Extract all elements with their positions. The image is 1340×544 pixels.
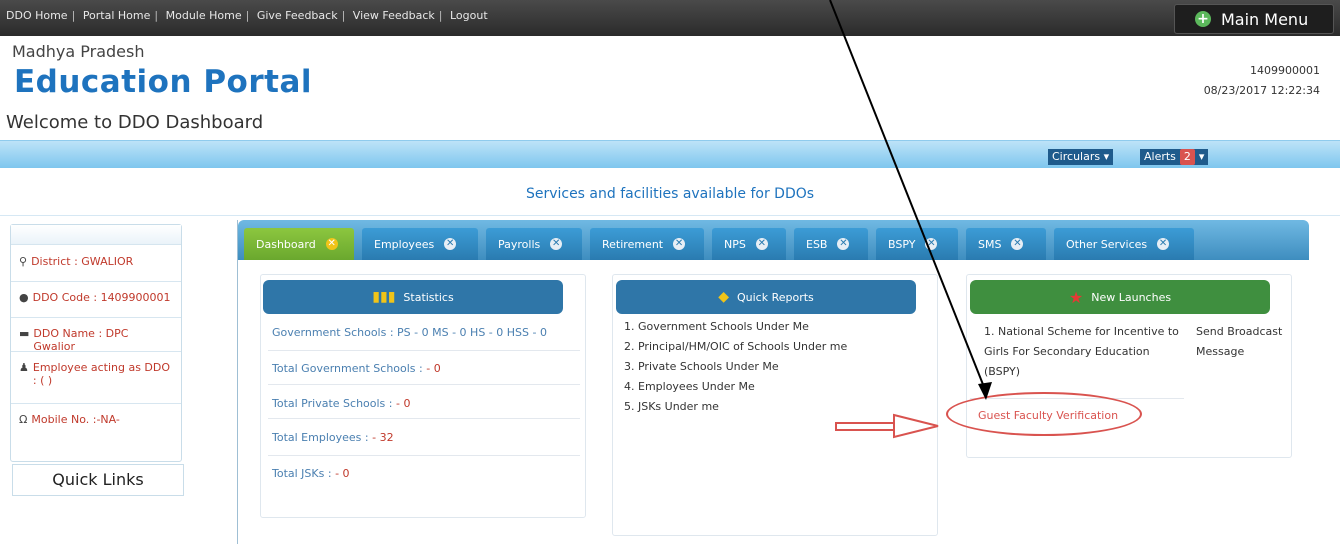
star-icon: ★: [1068, 287, 1084, 307]
header: Madhya Pradesh Education Portal Welcome …: [0, 36, 1340, 140]
map-marker-icon: ⚲: [19, 255, 28, 268]
highlight-oval: [946, 392, 1142, 436]
report-link-5[interactable]: 5. JSKs Under me: [624, 400, 719, 413]
profile-panel: ⚲ District : GWALIOR ● DDO Code : 14099000…: [10, 224, 182, 462]
link-portal-home[interactable]: Portal Home: [83, 9, 151, 22]
close-icon[interactable]: ✕: [1011, 238, 1024, 250]
tag-icon: ◆: [718, 289, 729, 305]
report-link-1[interactable]: 1. Government Schools Under Me: [624, 320, 809, 333]
ddo-name-info: ▬ DDO Name : DPC Gwalior: [19, 327, 129, 353]
close-icon[interactable]: ✕: [755, 238, 768, 250]
chevron-down-icon: ▾: [1198, 150, 1205, 163]
close-icon[interactable]: ✕: [673, 238, 686, 250]
user-icon: ♟: [19, 361, 29, 374]
close-icon[interactable]: ✕: [925, 238, 938, 250]
close-icon[interactable]: ✕: [550, 238, 563, 250]
toolbar-strip: Circulars ▾ Alerts 2 ▾: [0, 140, 1340, 168]
alerts-count-badge: 2: [1179, 149, 1195, 165]
alerts-label: Alerts: [1144, 150, 1176, 163]
tab-bar: Dashboard ✕ Employees ✕ Payrolls ✕ Retireme…: [238, 220, 1309, 260]
tab-employees[interactable]: Employees ✕: [362, 228, 478, 260]
link-ddo-home[interactable]: DDO Home: [6, 9, 68, 22]
top-nav-bar: DDO Home | Portal Home | Module Home | Give…: [0, 0, 1340, 36]
district-info: ⚲ District : GWALIOR: [19, 255, 134, 268]
alerts-button[interactable]: Alerts 2 ▾: [1140, 149, 1209, 165]
ddo-code-info: ● DDO Code : 1409900001: [19, 291, 171, 304]
close-icon[interactable]: ✕: [444, 238, 457, 250]
statistics-header: ▮▮▮ Statistics: [263, 280, 563, 314]
services-title: Services and facilities available for DD…: [0, 168, 1340, 216]
date-time: 08/23/2017 12:22:34: [1203, 84, 1320, 97]
tab-payrolls[interactable]: Payrolls ✕: [486, 228, 582, 260]
send-broadcast-link[interactable]: Send Broadcast Message: [1196, 322, 1286, 362]
total-govt-schools-row[interactable]: Total Government Schools : - 0: [272, 362, 580, 375]
total-private-schools-row[interactable]: Total Private Schools : - 0: [272, 397, 580, 410]
headphones-icon: Ω: [19, 413, 28, 426]
portal-title: Education Portal: [14, 64, 313, 100]
report-link-3[interactable]: 3. Private Schools Under Me: [624, 360, 779, 373]
tab-nps[interactable]: NPS ✕: [712, 228, 786, 260]
tab-other-services[interactable]: Other Services ✕: [1054, 228, 1194, 260]
mobile-info: Ω Mobile No. :-NA-: [19, 413, 120, 426]
link-logout[interactable]: Logout: [450, 9, 488, 22]
govt-schools-row[interactable]: Government Schools : PS - 0 MS - 0 HS - …: [272, 326, 580, 339]
tab-sms[interactable]: SMS ✕: [966, 228, 1046, 260]
quick-reports-header: ◆ Quick Reports: [616, 280, 916, 314]
tab-bspy[interactable]: BSPY ✕: [876, 228, 958, 260]
main-menu-label: Main Menu: [1221, 9, 1309, 29]
tab-retirement[interactable]: Retirement ✕: [590, 228, 704, 260]
report-link-2[interactable]: 2. Principal/HM/OIC of Schools Under me: [624, 340, 847, 353]
tab-dashboard[interactable]: Dashboard ✕: [244, 228, 354, 260]
bspy-scheme-link[interactable]: 1. National Scheme for Incentive to Girl…: [984, 322, 1180, 382]
total-employees-row[interactable]: Total Employees : - 32: [272, 431, 580, 444]
top-links: DDO Home | Portal Home | Module Home | Give…: [6, 9, 488, 22]
acting-ddo-info: ♟ Employee acting as DDO : ( ): [19, 361, 171, 387]
tab-esb[interactable]: ESB ✕: [794, 228, 868, 260]
close-icon[interactable]: ✕: [837, 238, 850, 250]
user-code: 1409900001: [1250, 64, 1320, 77]
quick-links-button[interactable]: Quick Links: [12, 464, 184, 496]
total-jsk-row[interactable]: Total JSKs : - 0: [272, 467, 580, 480]
link-view-feedback[interactable]: View Feedback: [353, 9, 435, 22]
info-circle-icon: ●: [19, 291, 29, 304]
close-icon[interactable]: ✕: [1157, 238, 1170, 250]
state-name: Madhya Pradesh: [12, 42, 145, 61]
welcome-text: Welcome to DDO Dashboard: [6, 112, 264, 133]
close-icon[interactable]: ✕: [325, 238, 338, 250]
bar-chart-icon: ▮▮▮: [372, 289, 396, 305]
circulars-button[interactable]: Circulars ▾: [1048, 149, 1114, 165]
chevron-down-icon: ▾: [1103, 150, 1110, 163]
plus-icon: +: [1195, 11, 1211, 27]
link-module-home[interactable]: Module Home: [166, 9, 242, 22]
main-menu-button[interactable]: + Main Menu: [1174, 4, 1334, 34]
report-link-4[interactable]: 4. Employees Under Me: [624, 380, 755, 393]
circulars-label: Circulars: [1052, 150, 1101, 163]
link-give-feedback[interactable]: Give Feedback: [257, 9, 338, 22]
new-launches-header: ★ New Launches: [970, 280, 1270, 314]
building-icon: ▬: [19, 327, 30, 340]
